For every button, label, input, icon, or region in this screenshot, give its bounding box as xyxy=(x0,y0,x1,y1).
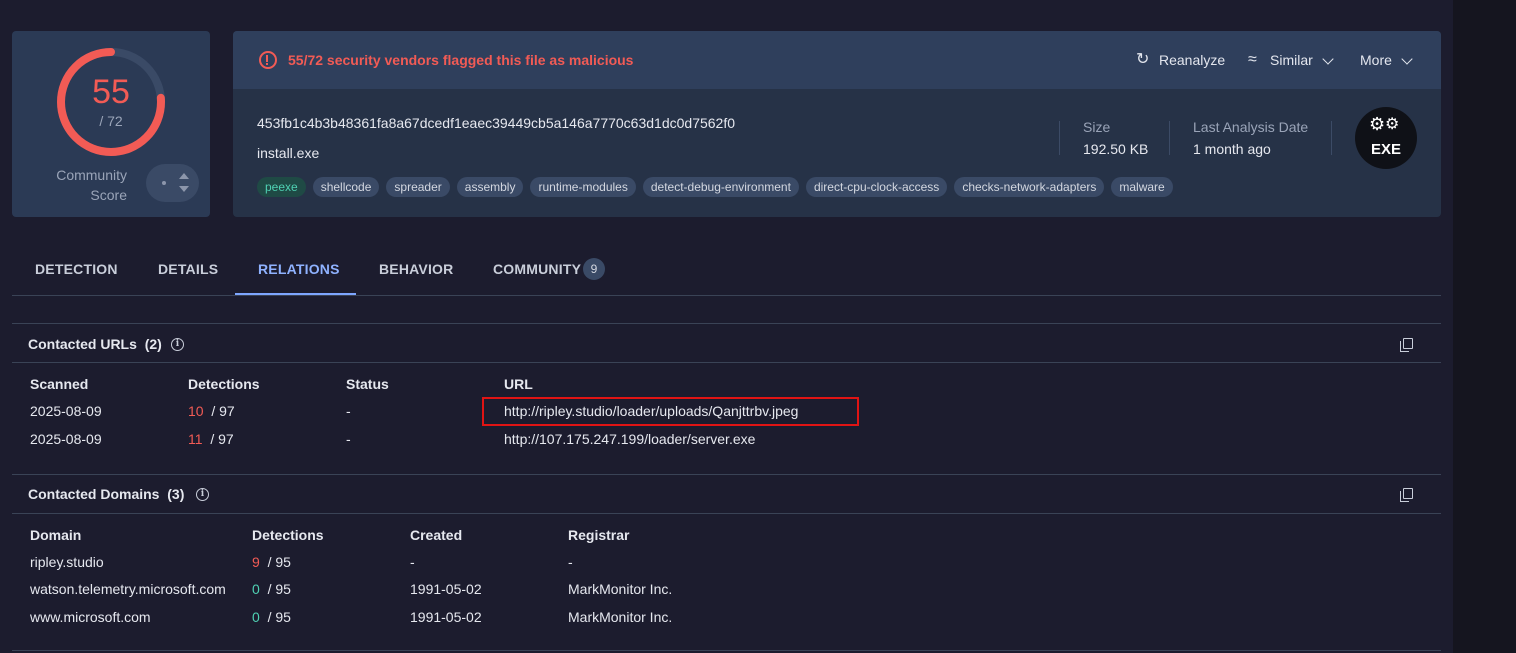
domain-row-name[interactable]: watson.telemetry.microsoft.com xyxy=(30,581,226,597)
domain-row-detections: 9 / 95 xyxy=(252,554,291,570)
info-icon[interactable]: i xyxy=(171,338,184,351)
url-row-link[interactable]: http://107.175.247.199/loader/server.exe xyxy=(504,431,755,447)
url-row-detections: 10 / 97 xyxy=(188,403,235,419)
tab-relations[interactable]: RELATIONS xyxy=(258,261,340,277)
similar-icon[interactable]: ≈ xyxy=(1248,51,1257,69)
refresh-icon[interactable]: ↻ xyxy=(1136,51,1149,69)
file-tag[interactable]: runtime-modules xyxy=(530,177,636,197)
detection-score-card: 55 / 72 Community Score xyxy=(12,31,210,217)
url-row-status: - xyxy=(346,431,351,447)
section-divider xyxy=(12,323,1441,324)
right-edge-panel xyxy=(1453,0,1516,653)
domain-row-registrar: MarkMonitor Inc. xyxy=(568,581,673,597)
domain-row-registrar: - xyxy=(568,554,573,570)
community-vote-control[interactable] xyxy=(146,164,199,202)
reanalyze-button[interactable]: Reanalyze xyxy=(1159,52,1225,68)
divider xyxy=(1169,121,1170,155)
gear-icon: ⚙ xyxy=(1369,114,1386,134)
community-count-badge: 9 xyxy=(583,258,605,280)
alert-circle-icon xyxy=(259,51,277,69)
tab-detection[interactable]: DETECTION xyxy=(35,261,118,277)
file-name: install.exe xyxy=(257,145,320,161)
file-tag[interactable]: malware xyxy=(1111,177,1173,197)
domain-row-detections: 0 / 95 xyxy=(252,581,291,597)
url-row-scanned: 2025-08-09 xyxy=(30,431,102,447)
last-analysis-value: 1 month ago xyxy=(1193,141,1271,157)
contacted-urls-title: Contacted URLs (2) xyxy=(28,336,162,352)
file-tag[interactable]: assembly xyxy=(456,177,524,197)
more-chevron-down-icon[interactable] xyxy=(1401,53,1413,65)
downvote-icon[interactable] xyxy=(179,186,189,192)
contacted-domains-title: Contacted Domains (3) xyxy=(28,486,185,502)
section-divider xyxy=(12,474,1441,475)
url-row-detections: 11 / 97 xyxy=(188,431,234,447)
more-button[interactable]: More xyxy=(1360,52,1392,68)
domain-row-created: - xyxy=(410,554,415,570)
similar-button[interactable]: Similar xyxy=(1270,52,1313,68)
domain-row-detections: 0 / 95 xyxy=(252,609,291,625)
column-header-created: Created xyxy=(410,527,463,543)
domain-row-created: 1991-05-02 xyxy=(410,609,482,625)
copy-icon[interactable] xyxy=(1400,488,1413,502)
column-header-registrar: Registrar xyxy=(568,527,630,543)
column-header-status: Status xyxy=(346,376,389,392)
copy-icon[interactable] xyxy=(1400,338,1413,352)
file-tag[interactable]: checks-network-adapters xyxy=(954,177,1105,197)
tab-community[interactable]: COMMUNITY xyxy=(493,261,581,277)
gear-icon: ⚙ xyxy=(1385,116,1400,133)
column-header-scanned: Scanned xyxy=(30,376,89,392)
similar-chevron-down-icon[interactable] xyxy=(1322,53,1334,65)
file-tag[interactable]: direct-cpu-clock-access xyxy=(805,177,948,197)
size-label: Size xyxy=(1083,119,1111,135)
url-row-scanned: 2025-08-09 xyxy=(30,403,102,419)
exe-file-type-icon: ⚙ ⚙ EXE xyxy=(1355,107,1417,169)
size-value: 192.50 KB xyxy=(1083,141,1149,157)
highlight-annotation-box xyxy=(482,397,859,426)
column-header-detections: Detections xyxy=(188,376,260,392)
upvote-icon[interactable] xyxy=(179,173,189,179)
section-divider xyxy=(12,513,1441,514)
divider xyxy=(1331,121,1332,155)
domain-row-created: 1991-05-02 xyxy=(410,581,482,597)
file-tag[interactable]: peexe xyxy=(257,177,306,197)
community-vote-value xyxy=(162,181,166,185)
section-divider xyxy=(12,650,1441,651)
last-analysis-label: Last Analysis Date xyxy=(1193,119,1309,135)
file-hash[interactable]: 453fb1c4b3b48361fa8a67dcedf1eaec39449cb5… xyxy=(257,115,735,131)
tab-behavior[interactable]: BEHAVIOR xyxy=(379,261,453,277)
domain-row-registrar: MarkMonitor Inc. xyxy=(568,609,673,625)
detection-total: / 72 xyxy=(99,113,123,129)
domain-row-name[interactable]: ripley.studio xyxy=(30,554,104,570)
column-header-detections: Detections xyxy=(252,527,324,543)
file-tag[interactable]: detect-debug-environment xyxy=(642,177,799,197)
file-tag[interactable]: spreader xyxy=(386,177,450,197)
section-divider xyxy=(12,362,1441,363)
malicious-alert-bar: 55/72 security vendors flagged this file… xyxy=(233,31,1441,89)
file-tags: peexe shellcode spreader assembly runtime-mo… xyxy=(257,177,1173,197)
community-score-label: Community Score xyxy=(56,167,127,203)
column-header-domain: Domain xyxy=(30,527,82,543)
file-info-card: 55/72 security vendors flagged this file… xyxy=(233,31,1441,217)
detection-score: 55 xyxy=(92,73,130,111)
divider xyxy=(1059,121,1060,155)
column-header-url: URL xyxy=(504,376,533,392)
alert-message: 55/72 security vendors flagged this file… xyxy=(288,52,634,68)
url-row-status: - xyxy=(346,403,351,419)
tab-details[interactable]: DETAILS xyxy=(158,261,218,277)
file-tag[interactable]: shellcode xyxy=(312,177,380,197)
info-icon[interactable]: i xyxy=(196,488,209,501)
domain-row-name[interactable]: www.microsoft.com xyxy=(30,609,151,625)
tabs-divider xyxy=(12,295,1441,296)
